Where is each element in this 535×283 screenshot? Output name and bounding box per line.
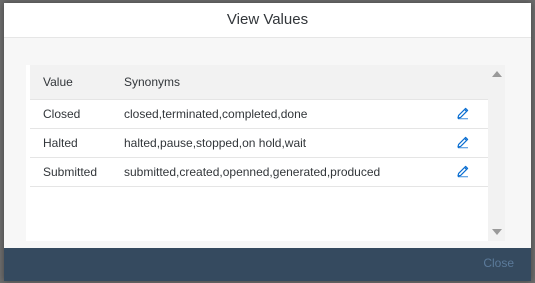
pencil-icon[interactable] [456, 135, 470, 149]
dialog-title: View Values [226, 10, 309, 28]
synonyms-cell: submitted,created,openned,generated,prod… [124, 165, 381, 179]
dialog-content: Value Synonyms Closed closed,terminated,… [4, 38, 531, 248]
values-table: Value Synonyms Closed closed,terminated,… [30, 65, 488, 187]
values-table-panel: Value Synonyms Closed closed,terminated,… [26, 65, 505, 241]
synonyms-cell: halted,pause,stopped,on hold,wait [124, 136, 307, 150]
column-header-value: Value [43, 75, 73, 89]
pencil-icon[interactable] [456, 164, 470, 178]
value-cell: Closed [43, 107, 81, 121]
dialog-footer: Close [4, 248, 531, 281]
table-scrollbar[interactable] [488, 65, 505, 241]
table-header-row: Value Synonyms [30, 65, 488, 100]
table-row: Closed closed,terminated,completed,done [30, 100, 488, 129]
scroll-down-arrow-icon[interactable] [492, 229, 502, 235]
table-row: Halted halted,pause,stopped,on hold,wait [30, 129, 488, 158]
column-header-synonyms: Synonyms [124, 75, 181, 89]
value-cell: Submitted [43, 165, 98, 179]
value-cell: Halted [43, 136, 78, 150]
synonyms-cell: closed,terminated,completed,done [124, 107, 308, 121]
scroll-up-arrow-icon[interactable] [492, 71, 502, 77]
view-values-dialog: View Values Value Synonyms Closed closed… [4, 3, 531, 281]
table-row: Submitted submitted,created,openned,gene… [30, 158, 488, 187]
close-button[interactable]: Close [483, 256, 514, 270]
dialog-header: View Values [4, 3, 531, 38]
pencil-icon[interactable] [456, 106, 470, 120]
